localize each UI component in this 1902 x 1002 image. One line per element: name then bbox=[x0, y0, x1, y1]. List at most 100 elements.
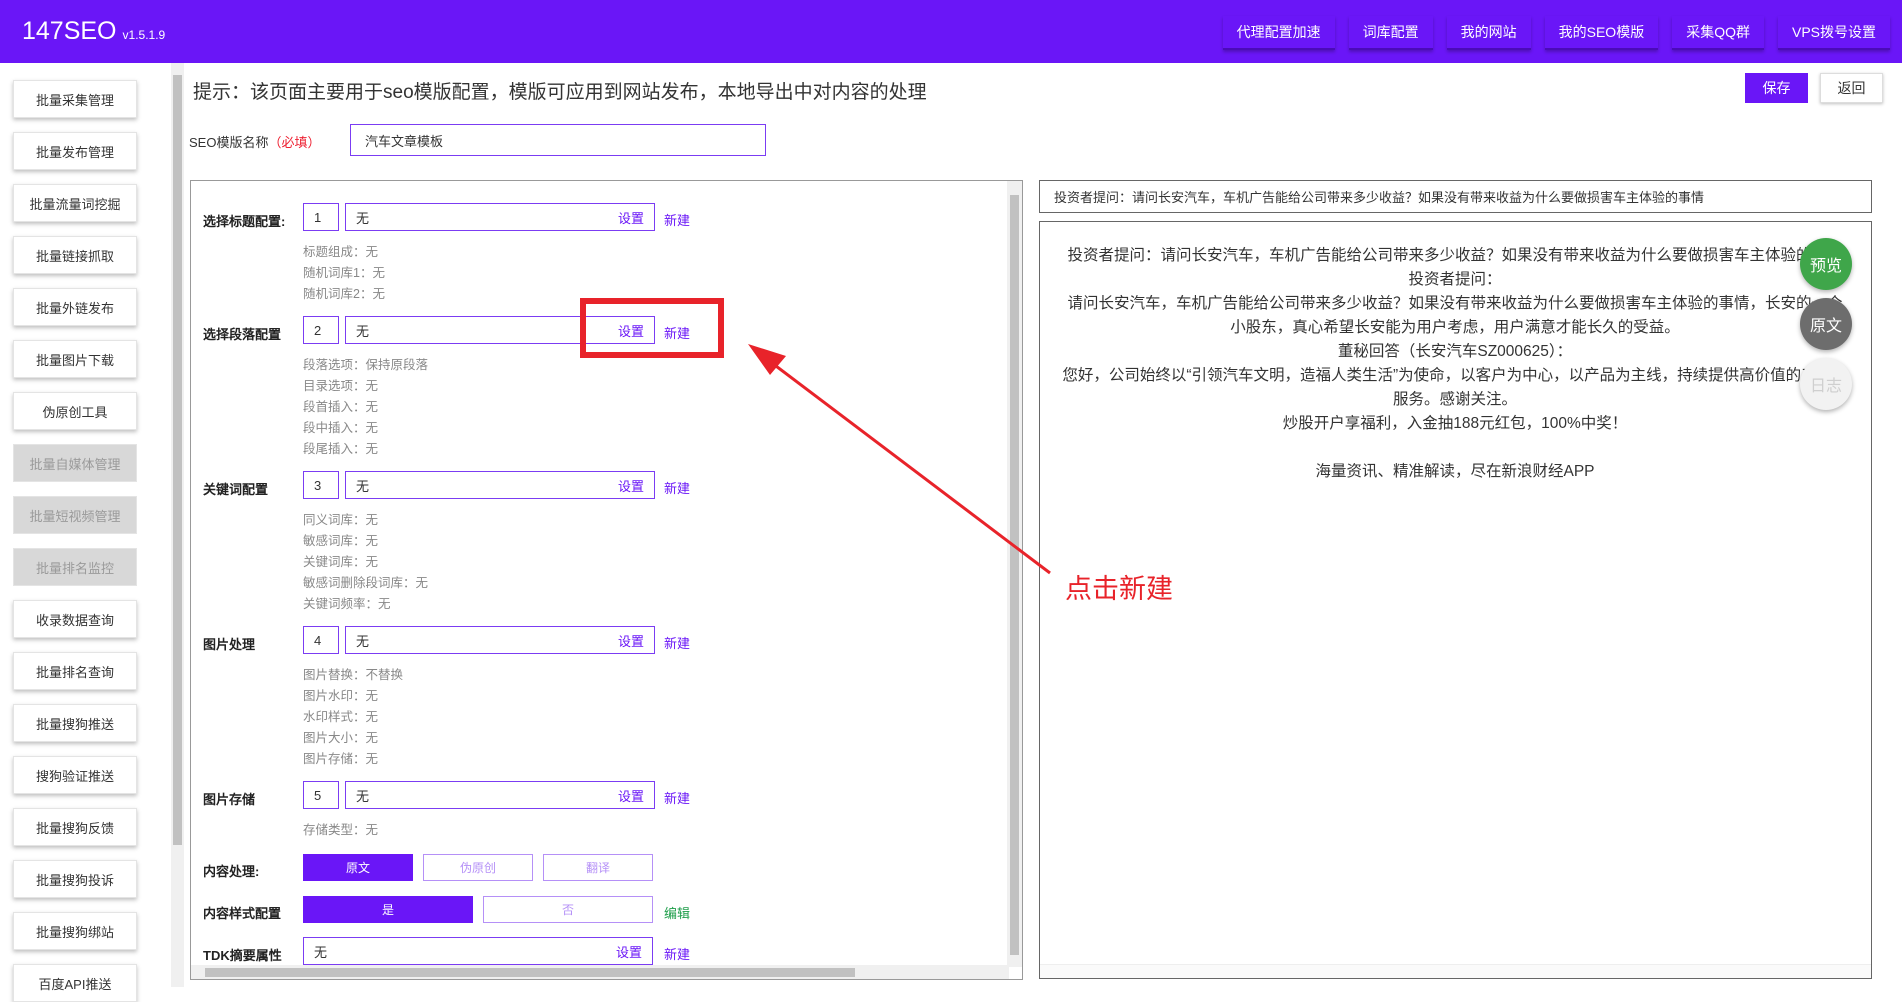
title-config-value: 无 bbox=[356, 210, 370, 226]
tdk-set-link[interactable]: 设置 bbox=[616, 942, 642, 961]
title-config-select[interactable]: 无 设置 bbox=[345, 203, 655, 231]
preview-line: 投资者提问： bbox=[1408, 271, 1502, 288]
preview-hscroll[interactable] bbox=[1040, 964, 1871, 978]
sidebar-item-batch-collect[interactable]: 批量采集管理 bbox=[13, 80, 137, 118]
original-float-button[interactable]: 原文 bbox=[1800, 298, 1852, 350]
storage-config-set-link[interactable]: 设置 bbox=[618, 786, 644, 805]
keyword-config-number[interactable]: 3 bbox=[303, 471, 339, 499]
back-button[interactable]: 返回 bbox=[1820, 73, 1883, 103]
sidebar-item-backlink-publish[interactable]: 批量外链发布 bbox=[13, 288, 137, 326]
content-style-yes[interactable]: 是 bbox=[303, 896, 473, 923]
image-config-select[interactable]: 无 设置 bbox=[345, 626, 655, 654]
sidebar-item-traffic-keywords[interactable]: 批量流量词挖掘 bbox=[13, 184, 137, 222]
title-config-details: 标题组成：无 随机词库1：无 随机词库2：无 bbox=[303, 242, 385, 305]
nav-my-sites[interactable]: 我的网站 bbox=[1446, 16, 1531, 50]
config-panel-hscroll[interactable] bbox=[191, 965, 1009, 979]
content-option-translate[interactable]: 翻译 bbox=[543, 854, 653, 881]
keyword-config-label: 关键词配置 bbox=[203, 482, 269, 497]
nav-proxy-config[interactable]: 代理配置加速 bbox=[1222, 16, 1335, 50]
detail-line: 关键词频率：无 bbox=[303, 597, 391, 611]
tdk-select[interactable]: 无 设置 bbox=[303, 937, 653, 965]
detail-line: 存储类型：无 bbox=[303, 823, 379, 837]
image-config-number[interactable]: 4 bbox=[303, 626, 339, 654]
keyword-config-select[interactable]: 无 设置 bbox=[345, 471, 655, 499]
sidebar-item-sogou-push[interactable]: 批量搜狗推送 bbox=[13, 704, 137, 742]
tdk-value: 无 bbox=[314, 944, 328, 960]
preview-line bbox=[1060, 436, 1850, 460]
sidebar-item-link-crawl[interactable]: 批量链接抓取 bbox=[13, 236, 137, 274]
content-option-original[interactable]: 原文 bbox=[303, 854, 413, 881]
sidebar-item-sogou-verify-push[interactable]: 搜狗验证推送 bbox=[13, 756, 137, 794]
template-name-label-text: SEO模版名称 bbox=[189, 135, 269, 150]
content-option-pseudo-original[interactable]: 伪原创 bbox=[423, 854, 533, 881]
storage-config-value: 无 bbox=[356, 788, 370, 804]
image-config-label: 图片处理 bbox=[203, 637, 256, 652]
keyword-config-value: 无 bbox=[356, 478, 370, 494]
tdk-label: TDK摘要属性 bbox=[203, 948, 282, 963]
content-style-label: 内容样式配置 bbox=[203, 906, 282, 921]
nav-qq-group[interactable]: 采集QQ群 bbox=[1672, 16, 1764, 50]
detail-line: 敏感词库：无 bbox=[303, 534, 379, 548]
preview-content: 投资者提问： 请问长安汽车，车机广告能给公司带来多少收益？如果没有带来收益为什么要… bbox=[1060, 244, 1850, 484]
sidebar-item-sogou-bind[interactable]: 批量搜狗绑站 bbox=[13, 912, 137, 950]
config-panel-vscroll[interactable] bbox=[1007, 181, 1022, 967]
title-config-set-link[interactable]: 设置 bbox=[618, 208, 644, 227]
sidebar-item-sogou-feedback[interactable]: 批量搜狗反馈 bbox=[13, 808, 137, 846]
sidebar-item-pseudo-original[interactable]: 伪原创工具 bbox=[13, 392, 137, 430]
sidebar-item-rank-monitor: 批量排名监控 bbox=[13, 548, 137, 586]
keyword-config-details: 同义词库：无 敏感词库：无 关键词库：无 敏感词删除段词库：无 关键词频率：无 bbox=[303, 510, 428, 615]
log-float-button[interactable]: 日志 bbox=[1800, 358, 1852, 410]
storage-config-number[interactable]: 5 bbox=[303, 781, 339, 809]
detail-line: 随机词库1：无 bbox=[303, 266, 385, 280]
storage-config-select[interactable]: 无 设置 bbox=[345, 781, 655, 809]
template-name-input[interactable]: 汽车文章模板 bbox=[350, 124, 766, 156]
paragraph-config-label: 选择段落配置 bbox=[203, 327, 282, 342]
sidebar-item-sogou-complaint[interactable]: 批量搜狗投诉 bbox=[13, 860, 137, 898]
storage-config-new-link[interactable]: 新建 bbox=[664, 788, 690, 807]
config-panel-vscroll-thumb[interactable] bbox=[1010, 195, 1019, 955]
detail-line: 同义词库：无 bbox=[303, 513, 379, 527]
sidebar-scrollbar[interactable] bbox=[171, 63, 184, 987]
page-hint: 提示：该页面主要用于seo模版配置，模版可应用到网站发布，本地导出中对内容的处理 bbox=[193, 82, 927, 103]
title-config-label: 选择标题配置: bbox=[203, 214, 286, 229]
sidebar-item-image-download[interactable]: 批量图片下载 bbox=[13, 340, 137, 378]
image-config-set-link[interactable]: 设置 bbox=[618, 631, 644, 650]
title-config-number[interactable]: 1 bbox=[303, 203, 339, 231]
sidebar-item-baidu-api-push[interactable]: 百度API推送 bbox=[13, 964, 137, 1002]
sidebar: 批量采集管理 批量发布管理 批量流量词挖掘 批量链接抓取 批量外链发布 批量图片… bbox=[0, 63, 170, 1002]
config-panel-hscroll-thumb[interactable] bbox=[205, 968, 855, 977]
nav-lexicon-config[interactable]: 词库配置 bbox=[1348, 16, 1433, 50]
annotation-text: 点击新建 bbox=[1065, 574, 1173, 604]
detail-line: 段中插入：无 bbox=[303, 421, 379, 435]
tdk-new-link[interactable]: 新建 bbox=[664, 944, 690, 963]
annotation-highlight-box bbox=[580, 298, 724, 358]
detail-line: 段落选项：保持原段落 bbox=[303, 358, 429, 372]
detail-line: 图片大小：无 bbox=[303, 731, 379, 745]
keyword-config-set-link[interactable]: 设置 bbox=[618, 476, 644, 495]
detail-line: 敏感词删除段词库：无 bbox=[303, 576, 429, 590]
image-config-new-link[interactable]: 新建 bbox=[664, 633, 690, 652]
version-label: v1.5.1.9 bbox=[122, 28, 166, 42]
sidebar-item-rank-query[interactable]: 批量排名查询 bbox=[13, 652, 137, 690]
paragraph-config-details: 段落选项：保持原段落 目录选项：无 段首插入：无 段中插入：无 段尾插入：无 bbox=[303, 355, 428, 460]
logo-text: 147SEO bbox=[22, 17, 117, 45]
save-button[interactable]: 保存 bbox=[1745, 73, 1808, 103]
nav-vps-dialup[interactable]: VPS拨号设置 bbox=[1777, 16, 1890, 50]
storage-config-details: 存储类型：无 bbox=[303, 820, 378, 841]
sidebar-item-index-query[interactable]: 收录数据查询 bbox=[13, 600, 137, 638]
paragraph-config-number[interactable]: 2 bbox=[303, 316, 339, 344]
detail-line: 随机词库2：无 bbox=[303, 287, 385, 301]
title-config-new-link[interactable]: 新建 bbox=[664, 210, 690, 229]
preview-float-button[interactable]: 预览 bbox=[1800, 238, 1852, 290]
sidebar-item-batch-publish[interactable]: 批量发布管理 bbox=[13, 132, 137, 170]
preview-title: 投资者提问：请问长安汽车，车机广告能给公司带来多少收益？如果没有带来收益为什么要… bbox=[1039, 180, 1872, 213]
content-style-edit-link[interactable]: 编辑 bbox=[664, 903, 690, 922]
detail-line: 图片水印：无 bbox=[303, 689, 379, 703]
sidebar-scroll-thumb[interactable] bbox=[173, 75, 182, 845]
content-style-no[interactable]: 否 bbox=[483, 896, 653, 923]
detail-line: 段尾插入：无 bbox=[303, 442, 379, 456]
nav-my-seo-templates[interactable]: 我的SEO模版 bbox=[1544, 16, 1659, 50]
detail-line: 目录选项：无 bbox=[303, 379, 379, 393]
keyword-config-new-link[interactable]: 新建 bbox=[664, 478, 690, 497]
detail-line: 水印样式：无 bbox=[303, 710, 379, 724]
